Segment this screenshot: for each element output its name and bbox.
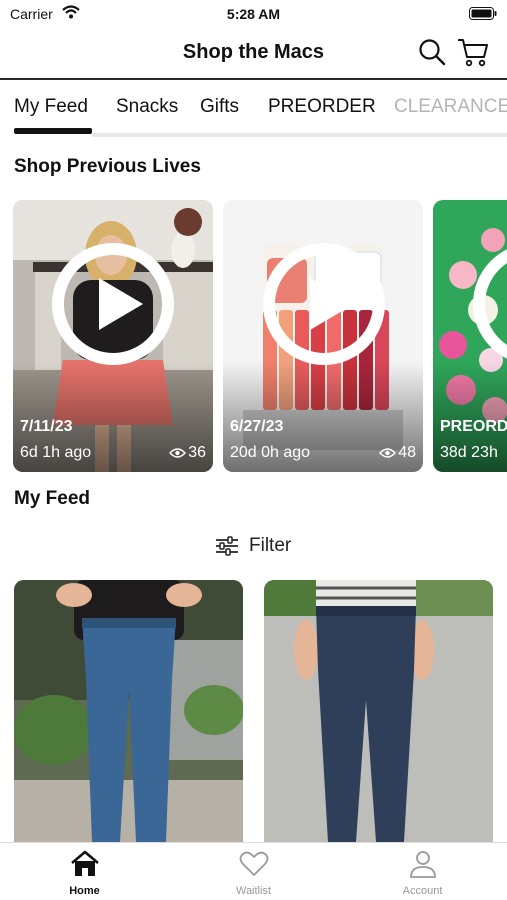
- tab-snacks[interactable]: Snacks: [116, 96, 178, 118]
- tabbar-waitlist[interactable]: Waitlist: [169, 843, 338, 900]
- live-date: 6/27/23: [230, 418, 284, 435]
- eye-icon: [379, 448, 397, 458]
- status-time: 5:28 AM: [226, 6, 281, 22]
- live-date: 7/11/23: [20, 418, 73, 435]
- active-tab-indicator: [14, 128, 92, 134]
- tab-clearance[interactable]: CLEARANCE: [394, 96, 507, 118]
- live-ago: 20d 0h ago: [230, 444, 311, 461]
- eye-icon: [169, 448, 187, 458]
- tabbar-account-label: Account: [402, 885, 443, 897]
- app-header: Shop the Macs: [0, 30, 507, 76]
- tabbar-waitlist-label: Waitlist: [235, 885, 272, 897]
- tab-my-feed[interactable]: My Feed: [14, 96, 88, 118]
- live-ago: 38d 23h: [440, 444, 498, 461]
- live-date: PREORD: [440, 418, 507, 435]
- tab-scroll-track: [92, 133, 507, 137]
- bottom-tab-bar: Home Waitlist Account: [0, 842, 507, 900]
- category-tabs: My Feed Snacks Gifts PREORDER CLEARANCE: [0, 80, 507, 138]
- tab-gifts[interactable]: Gifts: [200, 96, 239, 118]
- cart-icon[interactable]: [457, 37, 489, 67]
- live-card[interactable]: PREORD 38d 23h: [433, 200, 507, 472]
- play-icon[interactable]: [52, 243, 174, 365]
- filter-label: Filter: [249, 535, 292, 556]
- play-icon[interactable]: [263, 243, 385, 365]
- battery-icon: [469, 7, 497, 20]
- live-views-count: 48: [398, 444, 416, 461]
- product-image: [14, 580, 243, 842]
- tabbar-home[interactable]: Home: [0, 843, 169, 900]
- search-icon[interactable]: [418, 38, 446, 66]
- product-card[interactable]: [264, 580, 493, 842]
- live-views: 36: [169, 444, 206, 462]
- previous-lives-heading: Shop Previous Lives: [14, 156, 201, 177]
- status-bar: Carrier 5:28 AM: [0, 0, 507, 28]
- live-ago: 6d 1h ago: [20, 444, 92, 461]
- sliders-icon: [216, 536, 238, 556]
- live-views-count: 36: [188, 444, 206, 461]
- product-card[interactable]: [14, 580, 243, 842]
- tab-preorder[interactable]: PREORDER: [268, 96, 376, 118]
- live-views: 48: [379, 444, 416, 462]
- heart-icon: [239, 851, 269, 876]
- live-card[interactable]: 7/11/23 6d 1h ago 36: [13, 200, 213, 472]
- live-card[interactable]: 6/27/23 20d 0h ago 48: [223, 200, 423, 472]
- tabbar-account[interactable]: Account: [338, 843, 507, 900]
- person-icon: [410, 851, 436, 878]
- tabbar-home-label: Home: [69, 885, 100, 897]
- home-icon: [71, 850, 99, 876]
- previous-lives-carousel[interactable]: 7/11/23 6d 1h ago 36 6/27/23 20d 0h ago: [0, 200, 507, 472]
- my-feed-heading: My Feed: [14, 488, 91, 509]
- product-image: [264, 580, 493, 842]
